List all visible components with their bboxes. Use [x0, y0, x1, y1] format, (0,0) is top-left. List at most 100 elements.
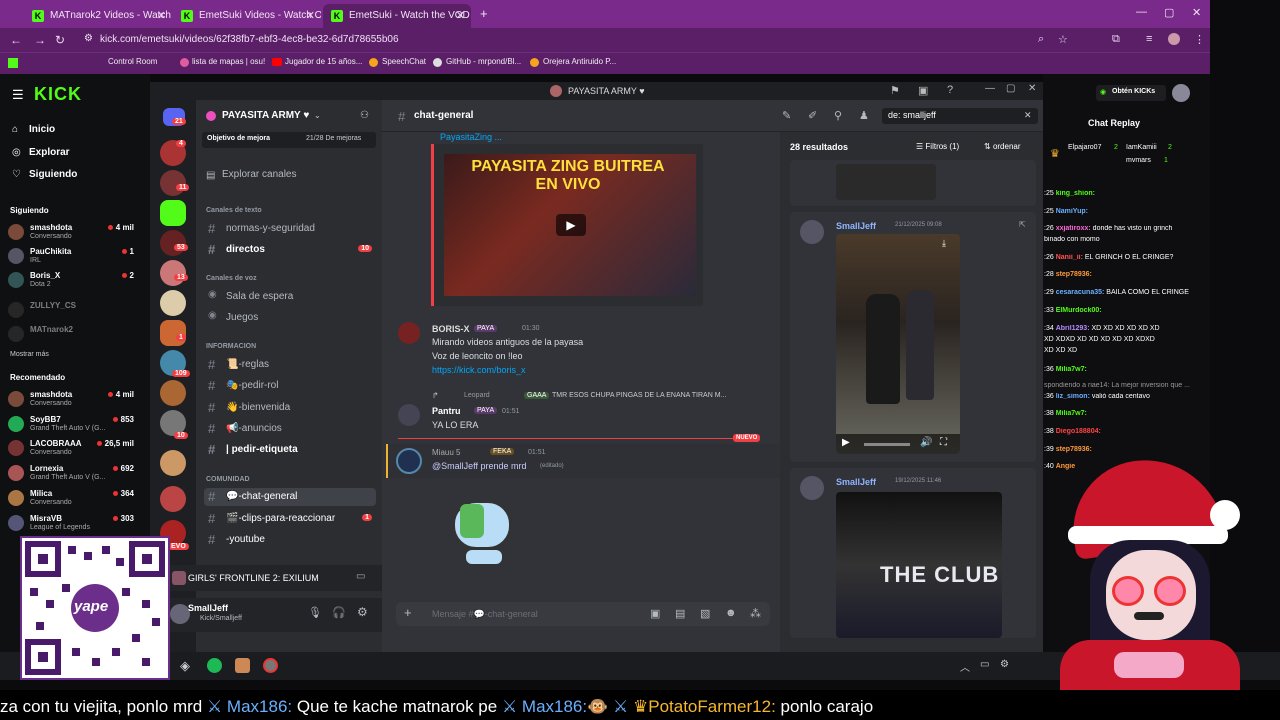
followed-channel-offline[interactable]: ZULLYY_CS [8, 300, 140, 322]
followed-channel[interactable]: smashdota Conversando 4 mil [8, 222, 140, 244]
pin-icon[interactable]: ⚲ [834, 109, 842, 122]
category-voice[interactable]: Canales de voz [206, 275, 257, 282]
minimize-icon[interactable]: — [985, 83, 995, 94]
bookmark-item[interactable]: Jugador de 15 años... [285, 57, 362, 66]
get-kicks-button[interactable]: ◉ Obtén KICKs [1096, 85, 1166, 101]
threads-icon[interactable]: ✎ [782, 109, 791, 122]
recommended-channel[interactable]: Lornexia Grand Theft Auto V (G... 692 [8, 463, 140, 485]
recommended-channel[interactable]: LACOBRAAA Conversando 26,5 mil [8, 438, 140, 460]
stream-icon[interactable]: ▭ [356, 571, 365, 582]
download-icon[interactable]: ⤓ [942, 238, 946, 249]
channel-pedir-etiqueta[interactable]: # | pedir-etiqueta [204, 441, 376, 459]
boost-goal[interactable]: Objetivo de mejora 21/28 De mejoras [202, 132, 376, 148]
maximize-icon[interactable]: ▢ [1164, 6, 1174, 19]
bookmark-star-icon[interactable]: ☆ [1058, 33, 1068, 46]
result-video[interactable]: ▶ 🔊 ⛶ ⤓ [836, 234, 960, 454]
server-icon[interactable] [160, 260, 186, 286]
video-progress[interactable] [864, 443, 910, 446]
close-window-icon[interactable]: ✕ [1192, 6, 1201, 19]
reload-icon[interactable]: ↻ [55, 33, 65, 47]
followed-channel[interactable]: PauChikita IRL 1 [8, 246, 140, 268]
message-author[interactable]: Pantru [432, 406, 461, 416]
add-attachment-icon[interactable]: + [404, 605, 412, 620]
server-icon[interactable] [160, 170, 186, 196]
bookmark-item[interactable]: lista de mapas | osu! [192, 57, 265, 66]
play-icon[interactable]: ▶ [556, 214, 586, 236]
recommended-channel[interactable]: MisraVB League of Legends 303 [8, 513, 140, 535]
tray-battery-icon[interactable]: ▭ [980, 659, 989, 670]
bookmark-item[interactable]: Orejera Antiruido P... [543, 57, 616, 66]
obs-icon[interactable] [263, 658, 278, 673]
server-icon[interactable] [160, 320, 186, 346]
channel-bienvenida[interactable]: # 👋-bienvenida [204, 399, 376, 417]
nav-explorar[interactable]: Explorar [29, 147, 70, 158]
chevron-down-icon[interactable]: ⌄ [314, 111, 321, 120]
settings-gear-icon[interactable]: ⚙ [357, 605, 368, 619]
site-info-icon[interactable]: ⚙ [84, 33, 93, 44]
channel-clips[interactable]: # 🎬-clips-para-reaccionar 1 [204, 510, 376, 528]
new-tab-icon[interactable]: + [480, 6, 488, 21]
tray-settings-icon[interactable]: ⚙ [1000, 659, 1009, 670]
voice-channel[interactable]: ◉ Sala de espera [204, 288, 376, 306]
emoji-icon[interactable]: ☻ [725, 607, 737, 619]
server-icon[interactable] [160, 486, 186, 512]
avatar[interactable] [398, 322, 420, 344]
channel-chat-general[interactable]: # 💬-chat-general [204, 488, 376, 506]
category-info[interactable]: INFORMACION [206, 343, 256, 350]
result-author[interactable]: SmallJeff [836, 221, 876, 231]
search-result[interactable]: SmallJeff 19/12/2025 11:46 THE CLUB [790, 468, 1036, 638]
search-input[interactable]: de: smalljeff ✕ [882, 108, 1038, 124]
clear-search-icon[interactable]: ✕ [1024, 110, 1032, 121]
close-tab-icon[interactable]: ✕ [306, 9, 315, 22]
jump-icon[interactable]: ⇱ [1019, 220, 1026, 229]
maximize-icon[interactable]: ▢ [1006, 83, 1015, 94]
server-name[interactable]: PAYASITA ARMY ♥ [222, 110, 309, 121]
result-author[interactable]: SmallJeff [836, 477, 876, 487]
kick-logo[interactable]: KICK [34, 84, 82, 105]
category-text[interactable]: Canales de texto [206, 207, 262, 214]
recommended-channel[interactable]: SoyBB7 Grand Theft Auto V (G... 853 [8, 414, 140, 436]
menu-icon[interactable]: ☰ [12, 87, 24, 103]
stream-thumbnail[interactable]: PAYASITA ZING BUITREA EN VIVO ▶ [444, 154, 696, 296]
mic-icon[interactable]: 🎙 [308, 606, 322, 619]
channel-youtube[interactable]: # -youtube [204, 531, 376, 549]
tray-chevron-icon[interactable]: ︿ [960, 659, 970, 674]
channel-pedir-rol[interactable]: # 🎭-pedir-rol [204, 377, 376, 395]
spotify-icon[interactable] [207, 658, 222, 673]
sticker-image[interactable] [442, 494, 528, 572]
search-result[interactable]: SmallJeff 21/12/2025 09:08 ⇱ ▶ 🔊 ⛶ ⤓ [790, 212, 1036, 462]
channel-reglas[interactable]: # 📜-reglas [204, 356, 376, 374]
profile-avatar[interactable] [1168, 33, 1180, 45]
zoom-icon[interactable]: ⌕ [1038, 33, 1044, 46]
app-icon[interactable] [235, 658, 250, 673]
result-image[interactable]: THE CLUB [836, 492, 1002, 638]
message-composer[interactable]: + Mensaje #💬-chat-general ▣ ▤ ▧ ☻ ⁂ [396, 602, 770, 626]
reply-author[interactable]: Leopard [464, 392, 490, 399]
server-icon[interactable] [160, 380, 186, 406]
channel-directos[interactable]: # directos 10 [204, 241, 376, 259]
steam-icon[interactable]: ◈ [180, 658, 190, 674]
extensions-icon[interactable]: ⧉ [1112, 33, 1120, 46]
play-icon[interactable]: ▶ [842, 437, 850, 448]
minimize-icon[interactable]: — [1136, 6, 1147, 18]
category-community[interactable]: COMUNIDAD [206, 476, 250, 483]
followed-channel-offline[interactable]: MATnarok2 [8, 324, 140, 346]
show-more-link[interactable]: Mostrar más [10, 351, 49, 358]
nav-inicio[interactable]: Inicio [29, 124, 55, 135]
apps-icon[interactable]: ⁂ [750, 607, 761, 620]
back-icon[interactable]: ← [10, 33, 22, 47]
kick-bookmark-icon[interactable] [8, 58, 18, 68]
forward-icon[interactable]: → [34, 33, 46, 47]
notifications-icon[interactable]: ✐ [808, 109, 817, 122]
sticker-icon[interactable]: ▧ [700, 607, 710, 620]
profile-avatar[interactable] [1172, 84, 1190, 102]
reply-preview[interactable]: TMR ESOS CHUPA PINGAS DE LA ENANA TIRAN … [552, 392, 726, 399]
browser-tab-active[interactable]: K EmetSuki - Watch the VOD on ✕ [323, 4, 471, 28]
result-image[interactable] [836, 164, 936, 200]
url-input[interactable]: ⚙ kick.com/emetsuki/videos/62f38fb7-ebf3… [78, 31, 1078, 49]
message-author-link[interactable]: PayasitaZing ... [440, 132, 502, 142]
channel-normas[interactable]: # normas-y-seguridad [204, 220, 376, 238]
voice-channel[interactable]: ◉ Juegos [204, 309, 376, 327]
explore-channels[interactable]: Explorar canales [222, 169, 296, 180]
avatar[interactable] [800, 220, 824, 244]
